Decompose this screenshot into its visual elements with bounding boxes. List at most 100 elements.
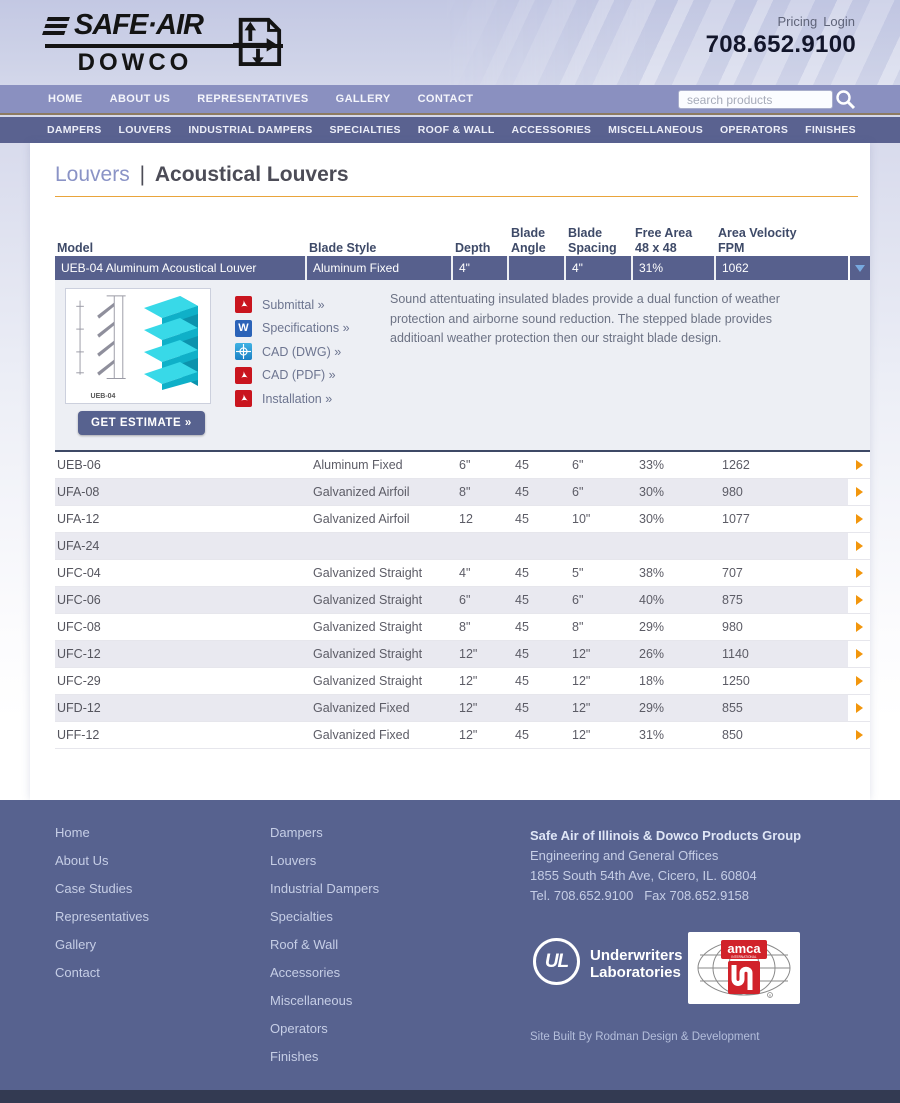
cad-pdf-link[interactable]: CAD (PDF) » xyxy=(235,364,350,388)
table-row[interactable]: UFD-12 Galvanized Fixed 12" 45 12" 29% 8… xyxy=(55,695,870,722)
table-row[interactable]: UFC-08 Galvanized Straight 8" 45 8" 29% … xyxy=(55,614,870,641)
product-nav-item[interactable]: OPERATORS xyxy=(720,124,788,136)
footer-link[interactable]: Accessories xyxy=(270,965,340,980)
login-link[interactable]: Login xyxy=(823,14,855,29)
search-input[interactable] xyxy=(678,90,833,109)
product-nav-item[interactable]: ACCESSORIES xyxy=(511,124,591,136)
cell-model: UFA-24 xyxy=(55,539,307,553)
col-header-blade-style: Blade Style xyxy=(307,241,453,256)
primary-nav-item[interactable]: GALLERY xyxy=(336,93,391,105)
logo-line1: SAFE·AIR xyxy=(74,9,203,42)
breadcrumb-separator: | xyxy=(136,163,149,186)
row-cells: UFA-08 Galvanized Airfoil 8" 45 6" 30% 9… xyxy=(55,479,848,505)
selected-product-row[interactable]: UEB-04 Aluminum Acoustical Louver Alumin… xyxy=(55,256,870,280)
table-row[interactable]: UFF-12 Galvanized Fixed 12" 45 12" 31% 8… xyxy=(55,722,870,749)
svg-text:INTERNATIONAL: INTERNATIONAL xyxy=(731,955,756,959)
primary-nav-item[interactable]: REPRESENTATIVES xyxy=(197,93,308,105)
product-nav-item[interactable]: LOUVERS xyxy=(119,124,172,136)
footer-link[interactable]: Specialties xyxy=(270,909,333,924)
get-estimate-button[interactable]: GET ESTIMATE » xyxy=(78,411,205,435)
breadcrumb-category-link[interactable]: Louvers xyxy=(55,163,130,186)
pricing-link[interactable]: Pricing xyxy=(777,14,817,29)
cell-angle: 45 xyxy=(509,620,566,634)
footer-link[interactable]: Dampers xyxy=(270,825,323,840)
table-row[interactable]: UFA-24 xyxy=(55,533,870,560)
product-nav-item[interactable]: INDUSTRIAL DAMPERS xyxy=(188,124,312,136)
product-nav-item[interactable]: DAMPERS xyxy=(47,124,102,136)
cell-model: UEB-04 Aluminum Acoustical Louver xyxy=(55,256,307,280)
footer-link[interactable]: Representatives xyxy=(55,909,149,924)
expand-row-button[interactable] xyxy=(848,641,870,667)
expand-row-button[interactable] xyxy=(848,452,870,478)
cell-depth: 4" xyxy=(453,256,509,280)
company-logo[interactable]: SAFE·AIR DOWCO xyxy=(45,9,283,73)
primary-nav-item[interactable]: CONTACT xyxy=(418,93,474,105)
phone-number: 708.652.9100 xyxy=(706,31,856,59)
expand-row-button[interactable] xyxy=(848,506,870,532)
chevron-right-icon xyxy=(856,487,863,497)
product-nav-item[interactable]: SPECIALTIES xyxy=(329,124,400,136)
primary-nav-item[interactable]: ABOUT US xyxy=(110,93,171,105)
main-content: Louvers | Acoustical Louvers Model Blade… xyxy=(30,143,870,800)
expand-row-button[interactable] xyxy=(848,533,870,559)
cell-spacing: 6" xyxy=(566,593,633,607)
expand-row-button[interactable] xyxy=(848,668,870,694)
cell-blade-style: Galvanized Straight xyxy=(307,566,453,580)
cell-velocity: 875 xyxy=(716,593,848,607)
expand-row-button[interactable] xyxy=(848,479,870,505)
link-label: Specifications » xyxy=(262,321,350,335)
col-header-model: Model xyxy=(55,241,307,256)
expand-row-button[interactable] xyxy=(848,695,870,721)
footer-link-item: Miscellaneous xyxy=(270,992,379,1020)
table-row[interactable]: UFC-12 Galvanized Straight 12" 45 12" 26… xyxy=(55,641,870,668)
table-row[interactable]: UFC-06 Galvanized Straight 6" 45 6" 40% … xyxy=(55,587,870,614)
footer-link[interactable]: Roof & Wall xyxy=(270,937,338,952)
cell-spacing: 8" xyxy=(566,620,633,634)
table-row[interactable]: UFC-29 Galvanized Straight 12" 45 12" 18… xyxy=(55,668,870,695)
footer-link-item: Roof & Wall xyxy=(270,936,379,964)
cell-angle: 45 xyxy=(509,512,566,526)
cell-velocity: 980 xyxy=(716,620,848,634)
primary-nav-item[interactable]: HOME xyxy=(48,93,83,105)
footer-link[interactable]: Louvers xyxy=(270,853,316,868)
row-cells: UFC-12 Galvanized Straight 12" 45 12" 26… xyxy=(55,641,848,667)
footer-link[interactable]: About Us xyxy=(55,853,108,868)
table-row[interactable]: UFA-12 Galvanized Airfoil 12 45 10" 30% … xyxy=(55,506,870,533)
footer-link[interactable]: Contact xyxy=(55,965,100,980)
search-button[interactable] xyxy=(835,89,856,110)
footer-link[interactable]: Miscellaneous xyxy=(270,993,352,1008)
expand-row-button[interactable] xyxy=(848,560,870,586)
word-icon: W xyxy=(235,320,252,337)
table-row[interactable]: UEB-06 Aluminum Fixed 6" 45 6" 33% 1262 xyxy=(55,452,870,479)
footer-link[interactable]: Case Studies xyxy=(55,881,132,896)
specifications-link[interactable]: W Specifications » xyxy=(235,317,350,341)
expand-row-button[interactable] xyxy=(848,587,870,613)
footer-link-item: Industrial Dampers xyxy=(270,880,379,908)
submittal-link[interactable]: Submittal » xyxy=(235,293,350,317)
row-cells: UFA-12 Galvanized Airfoil 12 45 10" 30% … xyxy=(55,506,848,532)
product-nav-item[interactable]: ROOF & WALL xyxy=(418,124,495,136)
footer-link[interactable]: Operators xyxy=(270,1021,328,1036)
product-nav-item[interactable]: FINISHES xyxy=(805,124,856,136)
footer-link[interactable]: Gallery xyxy=(55,937,96,952)
footer-site-links: Home About Us Case Studies Representatives G… xyxy=(55,824,149,992)
footer-link-item: Gallery xyxy=(55,936,149,964)
cell-blade-style: Aluminum Fixed xyxy=(307,458,453,472)
site-footer: Home About Us Case Studies Representatives G… xyxy=(0,800,900,1090)
chevron-right-icon xyxy=(856,730,863,740)
installation-link[interactable]: Installation » xyxy=(235,387,350,411)
table-row[interactable]: UFA-08 Galvanized Airfoil 8" 45 6" 30% 9… xyxy=(55,479,870,506)
product-table-rows: UEB-06 Aluminum Fixed 6" 45 6" 33% 1262 xyxy=(55,452,870,749)
footer-link[interactable]: Industrial Dampers xyxy=(270,881,379,896)
product-nav-item[interactable]: MISCELLANEOUS xyxy=(608,124,703,136)
cell-angle: 45 xyxy=(509,728,566,742)
cad-dwg-link[interactable]: CAD (DWG) » xyxy=(235,340,350,364)
expand-row-button[interactable] xyxy=(848,614,870,640)
company-offices: Engineering and General Offices xyxy=(530,846,801,866)
collapse-row-button[interactable] xyxy=(850,256,870,280)
footer-link[interactable]: Home xyxy=(55,825,90,840)
expand-row-button[interactable] xyxy=(848,722,870,748)
table-row[interactable]: UFC-04 Galvanized Straight 4" 45 5" 38% … xyxy=(55,560,870,587)
row-cells: UFC-29 Galvanized Straight 12" 45 12" 18… xyxy=(55,668,848,694)
footer-link[interactable]: Finishes xyxy=(270,1049,318,1064)
